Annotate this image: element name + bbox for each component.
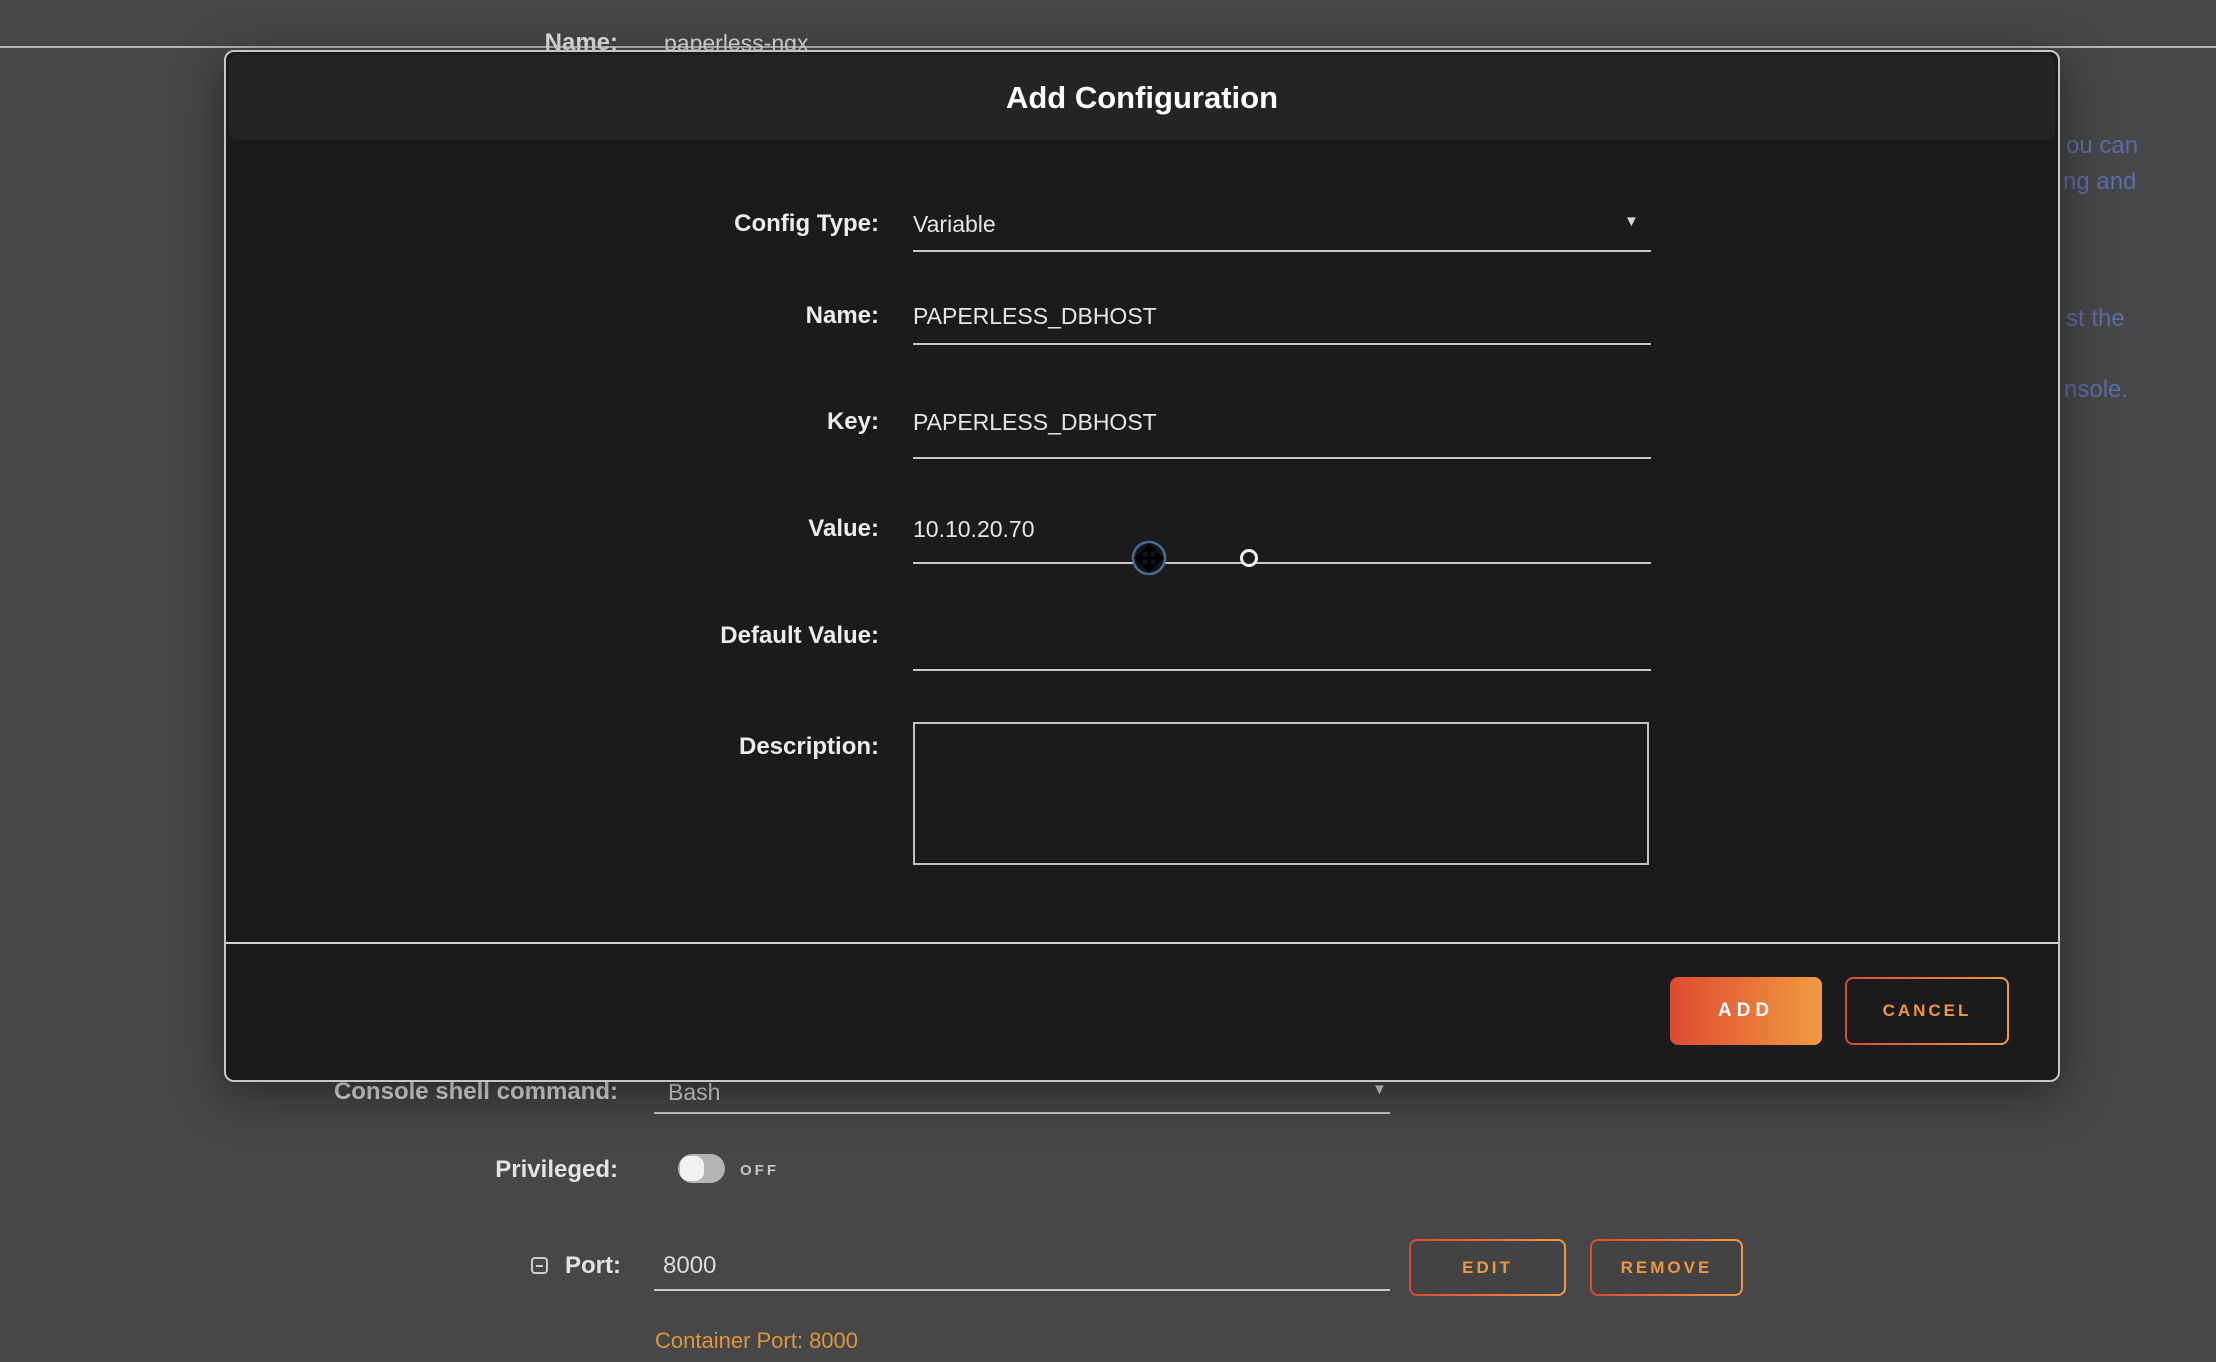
key-input[interactable]: PAPERLESS_DBHOST bbox=[913, 407, 1649, 437]
edit-button[interactable]: EDIT bbox=[1409, 1239, 1566, 1296]
dialog-footer-divider bbox=[226, 942, 2058, 944]
default-value-underline bbox=[913, 669, 1651, 671]
privileged-label: Privileged: bbox=[240, 1155, 618, 1185]
toggle-knob bbox=[680, 1156, 704, 1181]
add-button[interactable]: ADD bbox=[1670, 977, 1822, 1045]
help-text-fragment: ou can bbox=[2066, 132, 2138, 160]
container-port-note: Container Port: 8000 bbox=[655, 1328, 858, 1354]
collapse-minus-icon[interactable] bbox=[531, 1257, 548, 1274]
config-type-label: Config Type: bbox=[226, 209, 879, 239]
help-text-fragment: ng and bbox=[2063, 168, 2136, 196]
value-underline bbox=[913, 562, 1651, 564]
help-text-fragment: st the bbox=[2066, 305, 2125, 333]
config-type-underline bbox=[913, 250, 1651, 252]
description-label: Description: bbox=[226, 732, 879, 762]
config-type-select[interactable]: Variable bbox=[913, 209, 1649, 239]
name-label: Name: bbox=[226, 301, 879, 331]
key-label: Key: bbox=[226, 407, 879, 437]
default-value-label: Default Value: bbox=[226, 621, 879, 651]
console-shell-underline bbox=[654, 1112, 1390, 1114]
privileged-toggle[interactable] bbox=[678, 1154, 725, 1183]
chevron-down-icon[interactable]: ▼ bbox=[1372, 1082, 1387, 1097]
port-underline bbox=[654, 1289, 1390, 1291]
chevron-down-icon[interactable]: ▼ bbox=[1624, 214, 1639, 229]
remove-button[interactable]: REMOVE bbox=[1590, 1239, 1743, 1296]
value-input[interactable]: 10.10.20.70 bbox=[913, 514, 1649, 544]
port-input[interactable]: 8000 bbox=[663, 1251, 716, 1281]
help-text-fragment: nsole. bbox=[2064, 376, 2128, 404]
dialog-header: Add Configuration bbox=[229, 55, 2055, 140]
name-input[interactable]: PAPERLESS_DBHOST bbox=[913, 301, 1649, 331]
key-underline bbox=[913, 457, 1651, 459]
screen: Name: paperless-ngx ou can ng and st the… bbox=[0, 0, 2216, 1362]
cancel-button[interactable]: CANCEL bbox=[1845, 977, 2009, 1045]
value-label: Value: bbox=[226, 514, 879, 544]
pointer-dot-icon bbox=[1240, 549, 1258, 567]
port-label: Port: bbox=[565, 1251, 621, 1281]
description-textarea[interactable] bbox=[913, 722, 1649, 865]
privileged-state: OFF bbox=[740, 1162, 779, 1179]
name-underline bbox=[913, 343, 1651, 345]
move-cursor-icon bbox=[1130, 539, 1168, 577]
dialog-title: Add Configuration bbox=[229, 55, 2055, 140]
